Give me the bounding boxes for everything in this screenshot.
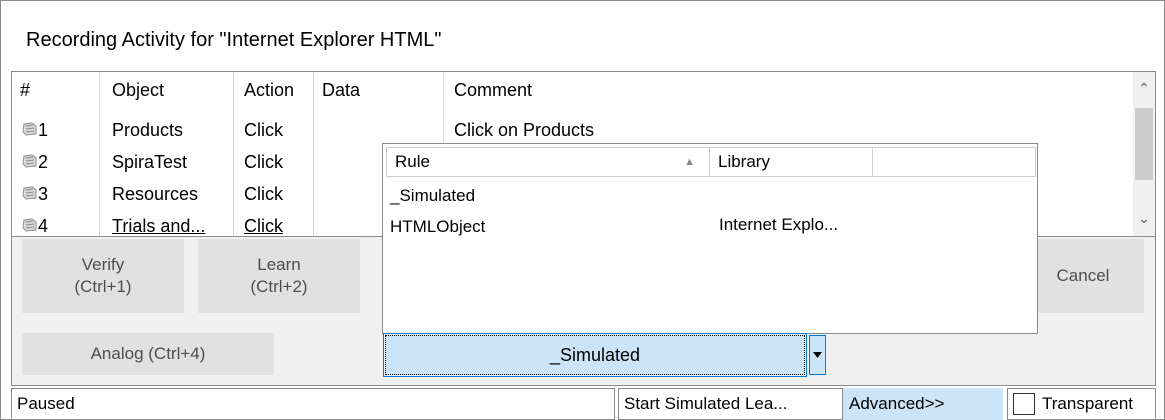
row-number: 4 (38, 216, 49, 236)
popup-header-extra[interactable] (872, 147, 1036, 177)
analog-button[interactable]: Analog (Ctrl+4) (22, 333, 274, 375)
verify-button[interactable]: Verify (Ctrl+1) (22, 239, 184, 313)
dialog-title: Recording Activity for "Internet Explore… (26, 29, 442, 51)
row-comment[interactable]: Click on Products (454, 120, 594, 141)
popup-item-rule[interactable]: _Simulated (390, 186, 475, 206)
recording-dialog: Recording Activity for "Internet Explore… (0, 0, 1165, 420)
step-icon (22, 218, 38, 232)
step-icon (22, 154, 38, 168)
learning-rule-combobox[interactable]: _Simulated (383, 333, 807, 377)
header-data[interactable]: Data (322, 80, 360, 101)
verify-button-label: Verify (81, 255, 125, 274)
row-object[interactable]: Trials and... (112, 216, 205, 236)
popup-header-library[interactable]: Library (709, 147, 873, 177)
row-action[interactable]: Click (244, 152, 283, 173)
transparent-label: Transparent (1042, 394, 1134, 413)
learn-button[interactable]: Learn (Ctrl+2) (198, 239, 360, 313)
status-bar: Paused Start Simulated Lea... Advanced>>… (11, 385, 1156, 420)
scroll-down-icon[interactable]: ⌄ (1138, 211, 1150, 225)
popup-header-rule-label: Rule (395, 152, 430, 171)
popup-item-rule[interactable]: HTMLObject (390, 217, 485, 237)
cancel-button[interactable]: Cancel (1022, 239, 1144, 313)
advanced-button[interactable]: Advanced>> (843, 388, 1003, 420)
row-action[interactable]: Click (244, 184, 283, 205)
header-comment[interactable]: Comment (454, 80, 532, 101)
transparent-checkbox[interactable] (1013, 393, 1035, 415)
learn-button-shortcut: (Ctrl+2) (250, 277, 308, 296)
learn-button-label: Learn (257, 255, 301, 274)
start-simulated-learning-button[interactable]: Start Simulated Lea... (618, 388, 843, 420)
row-number: 3 (38, 184, 49, 204)
step-icon (22, 122, 38, 136)
header-action[interactable]: Action (244, 80, 294, 101)
row-object[interactable]: Resources (112, 184, 198, 205)
row-number: 1 (38, 120, 49, 140)
scroll-up-icon[interactable]: ⌃ (1138, 81, 1150, 95)
row-number: 2 (38, 152, 49, 172)
row-action[interactable]: Click (244, 120, 283, 141)
learning-rule-dropdown-list[interactable]: Rule ▲ Library _Simulated HTMLObject Int… (382, 143, 1038, 334)
sort-ascending-icon: ▲ (684, 156, 695, 168)
grid-vertical-scrollbar[interactable]: ⌃ ⌄ (1133, 72, 1155, 236)
chevron-down-icon (813, 352, 822, 358)
verify-button-shortcut: (Ctrl+1) (74, 277, 132, 296)
step-icon (22, 186, 38, 200)
popup-header-rule[interactable]: Rule ▲ (386, 147, 710, 177)
popup-item-library[interactable]: Internet Explo... (719, 215, 838, 235)
row-object[interactable]: Products (112, 120, 183, 141)
row-object[interactable]: SpiraTest (112, 152, 187, 173)
status-state: Paused (11, 388, 615, 420)
row-action[interactable]: Click (244, 216, 283, 236)
header-object[interactable]: Object (112, 80, 164, 101)
combobox-dropdown-button[interactable] (809, 335, 826, 375)
scrollbar-thumb[interactable] (1135, 108, 1153, 180)
header-num[interactable]: # (20, 80, 30, 101)
